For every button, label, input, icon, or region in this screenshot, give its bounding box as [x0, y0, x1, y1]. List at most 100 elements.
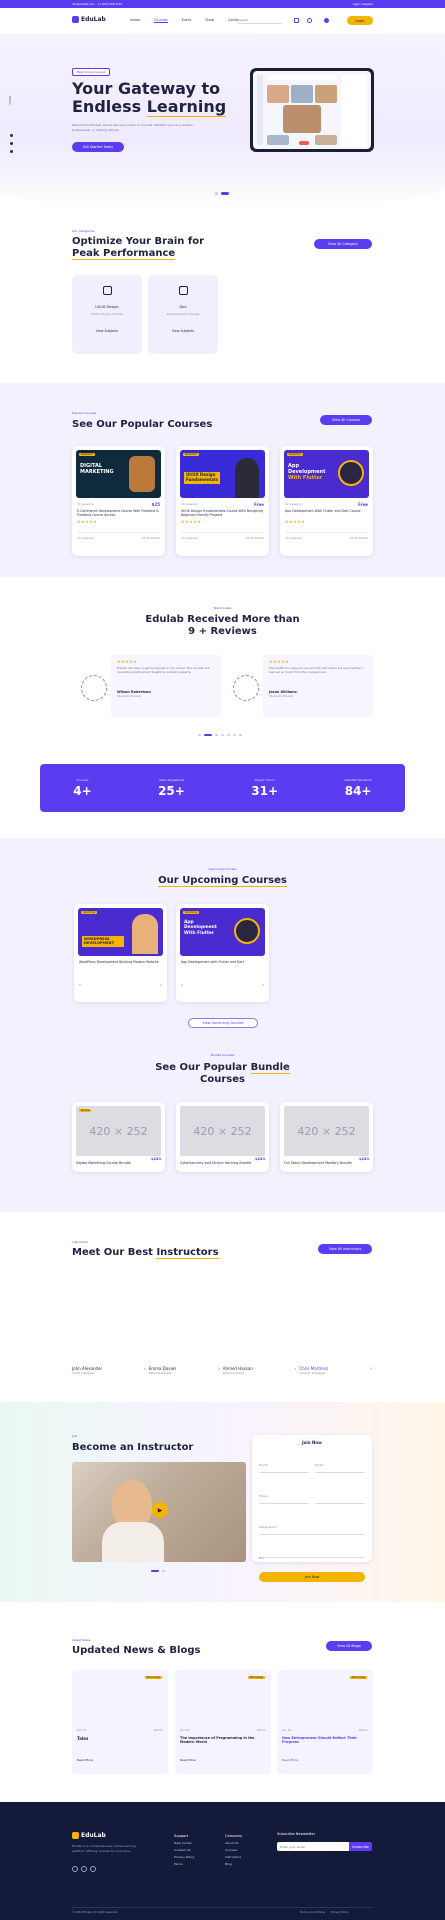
view-all-blogs-button[interactable]: View All Blogs: [326, 1641, 372, 1651]
instructor-video[interactable]: ▶: [72, 1462, 246, 1562]
page-dot[interactable]: [233, 734, 236, 736]
login-button[interactable]: Login: [347, 16, 373, 25]
upload-field[interactable]: [315, 1482, 365, 1504]
course-card[interactable]: Bestseller DIGITAL MARKETING 10 Lessons $2…: [72, 446, 165, 556]
footer-logo[interactable]: EduLab: [72, 1832, 106, 1839]
wishlist-icon[interactable]: [307, 18, 312, 23]
footer-link[interactable]: Help Center: [174, 1840, 194, 1847]
course-card[interactable]: Bestseller UI/UX Design Fundamentals 10 L…: [176, 446, 269, 556]
name-field[interactable]: Name: [259, 1451, 309, 1473]
page-dot[interactable]: [221, 734, 224, 736]
nav-event[interactable]: Event: [182, 18, 192, 22]
cart-icon[interactable]: [294, 18, 299, 23]
linkedin-icon[interactable]: [90, 1866, 96, 1872]
blog-card[interactable]: Technology Jan 12 Admin The Importance of…: [175, 1670, 271, 1774]
get-started-button[interactable]: Get Started Today: [72, 142, 124, 152]
designation-field[interactable]: Designation: [259, 1513, 365, 1535]
blog-card[interactable]: Technology Jan 12 Admin Tales Read More: [72, 1670, 168, 1774]
upcoming-title-text[interactable]: App Development with Flutter and Dart: [181, 960, 264, 969]
blog-tag: Technology: [247, 1676, 265, 1679]
popular-courses-section: Popular Courses See Our Popular Courses …: [0, 383, 445, 577]
footer-col-company: Company About Us Courses Instructors Blo…: [225, 1834, 243, 1868]
page-dot-active[interactable]: [204, 734, 212, 736]
blog-card[interactable]: Technology Jan 12 Admin How Entrepreneur …: [277, 1670, 373, 1774]
privacy-link[interactable]: Privacy Policy: [331, 1911, 349, 1914]
blog-title[interactable]: How Entrepreneur Should Reflect Their Pr…: [282, 1736, 368, 1745]
read-more-link[interactable]: Read More: [77, 1758, 93, 1762]
view-subjects-link[interactable]: View Subjects: [148, 329, 218, 333]
footer-link[interactable]: About Us: [225, 1840, 242, 1847]
subscribe-button[interactable]: Subscribe: [349, 1842, 372, 1851]
nav-shop[interactable]: Shop: [205, 18, 214, 22]
bundle-title-text[interactable]: Digital Marketing Course Bundle: [76, 1161, 161, 1165]
read-more-link[interactable]: Read More: [282, 1758, 298, 1762]
category-card[interactable]: Dev Development courses View Subjects: [148, 275, 218, 354]
page-dot[interactable]: [227, 734, 230, 736]
course-card[interactable]: Bestseller App Development With Flutter 12…: [280, 446, 373, 556]
view-all-category-button[interactable]: View All Category: [314, 239, 372, 249]
course-title[interactable]: UI/UX Design Fundamentals Course With De…: [181, 509, 264, 518]
instructor-item[interactable]: › Ahmed Hassan Data Scientist: [218, 1366, 253, 1375]
email-field[interactable]: Email: [315, 1451, 365, 1473]
user-icon[interactable]: [324, 18, 329, 23]
bundle-card[interactable]: 420 × 252 $243 Cybersecurity and Ethical…: [176, 1102, 269, 1172]
twitter-icon[interactable]: [81, 1866, 87, 1872]
instagram-icon[interactable]: [10, 142, 13, 145]
upcoming-card[interactable]: Upcoming WORDPRESS DEVELOPMENT WordPress…: [74, 904, 167, 1002]
logo[interactable]: EduLab: [72, 16, 106, 23]
bundle-title-text[interactable]: Full Stack Development Mastery Bundle: [284, 1161, 369, 1165]
upcoming-title-text[interactable]: WordPress Development Building Modern We…: [79, 960, 162, 969]
hero-dot-1[interactable]: [215, 192, 218, 195]
instructors-label: Instructors: [72, 1240, 89, 1244]
bundle-card[interactable]: 420 × 252 Bundle $243 Digital Marketing …: [72, 1102, 165, 1172]
view-subjects-link[interactable]: View Subjects: [72, 329, 142, 333]
top-bar: info@edulab.com +1 (555) 000-1234 Login …: [0, 0, 445, 8]
footer-link[interactable]: Terms: [174, 1861, 194, 1868]
facebook-icon[interactable]: [10, 134, 13, 137]
linkedin-icon[interactable]: [10, 150, 13, 153]
footer-link[interactable]: Blog: [225, 1861, 242, 1868]
bio-field[interactable]: Bio: [259, 1544, 365, 1560]
join-submit-button[interactable]: Join Now: [259, 1572, 365, 1582]
view-all-instructors-button[interactable]: View All Instructors: [318, 1244, 372, 1254]
hero-dot-2[interactable]: [221, 192, 229, 195]
instructor-item[interactable]: › Emma Davies Web Developer: [144, 1366, 176, 1375]
footer-link[interactable]: Contact Us: [174, 1847, 194, 1854]
bundle-price: $243: [150, 1157, 161, 1161]
phone-field[interactable]: Phone: [259, 1482, 309, 1504]
instructor-item[interactable]: John Alexander UI/UX Designer: [72, 1366, 102, 1375]
nav-home[interactable]: Home: [130, 18, 140, 22]
category-card[interactable]: UI/UX Design UI/UX Design courses View S…: [72, 275, 142, 354]
play-button-icon[interactable]: ▶: [152, 1502, 168, 1518]
page-dot[interactable]: [215, 734, 218, 736]
instructor-item[interactable]: › Chris Martinez Graphic Designer: [295, 1366, 328, 1375]
upcoming-card[interactable]: Upcoming App Development With Flutter Ap…: [176, 904, 269, 1002]
page-dot[interactable]: [239, 734, 242, 736]
blog-title[interactable]: The Importance of Programming in the Mod…: [180, 1736, 266, 1745]
nav-courses[interactable]: Courses: [154, 18, 168, 23]
bundle-title-text[interactable]: Cybersecurity and Ethical Hacking Bundle: [180, 1161, 265, 1165]
login-register-link[interactable]: Login / Register: [353, 3, 373, 6]
search-input[interactable]: [238, 17, 282, 24]
video-dot[interactable]: [162, 1570, 165, 1572]
video-dot[interactable]: [151, 1570, 159, 1572]
facebook-icon[interactable]: [72, 1866, 78, 1872]
course-title[interactable]: E-Commerce Development Course With Front…: [77, 509, 160, 518]
footer-link[interactable]: Instructors: [225, 1854, 242, 1861]
footer-link[interactable]: Courses: [225, 1847, 242, 1854]
upcoming-banner: Upcoming App Development With Flutter: [180, 908, 265, 956]
next-arrow-icon[interactable]: ›: [370, 1366, 372, 1375]
bundle-card[interactable]: 420 × 252 $243 Full Stack Development Ma…: [280, 1102, 373, 1172]
footer-social: [72, 1866, 96, 1872]
view-all-courses-button[interactable]: View All Courses: [320, 415, 372, 425]
twitter-link[interactable]: Twitter: [8, 96, 11, 105]
read-more-link[interactable]: Read More: [180, 1758, 196, 1762]
terms-link[interactable]: Terms & Conditions: [300, 1911, 325, 1914]
blog-title[interactable]: Tales: [77, 1736, 88, 1741]
view-upcoming-courses-button[interactable]: View Upcoming Courses: [188, 1018, 258, 1028]
page-dot[interactable]: [198, 734, 201, 736]
footer-link[interactable]: Privacy Policy: [174, 1854, 194, 1861]
course-title[interactable]: App Development With Flutter and Dart Co…: [285, 509, 368, 518]
subscribe-input[interactable]: [277, 1842, 349, 1851]
course-price: Free: [254, 502, 264, 507]
